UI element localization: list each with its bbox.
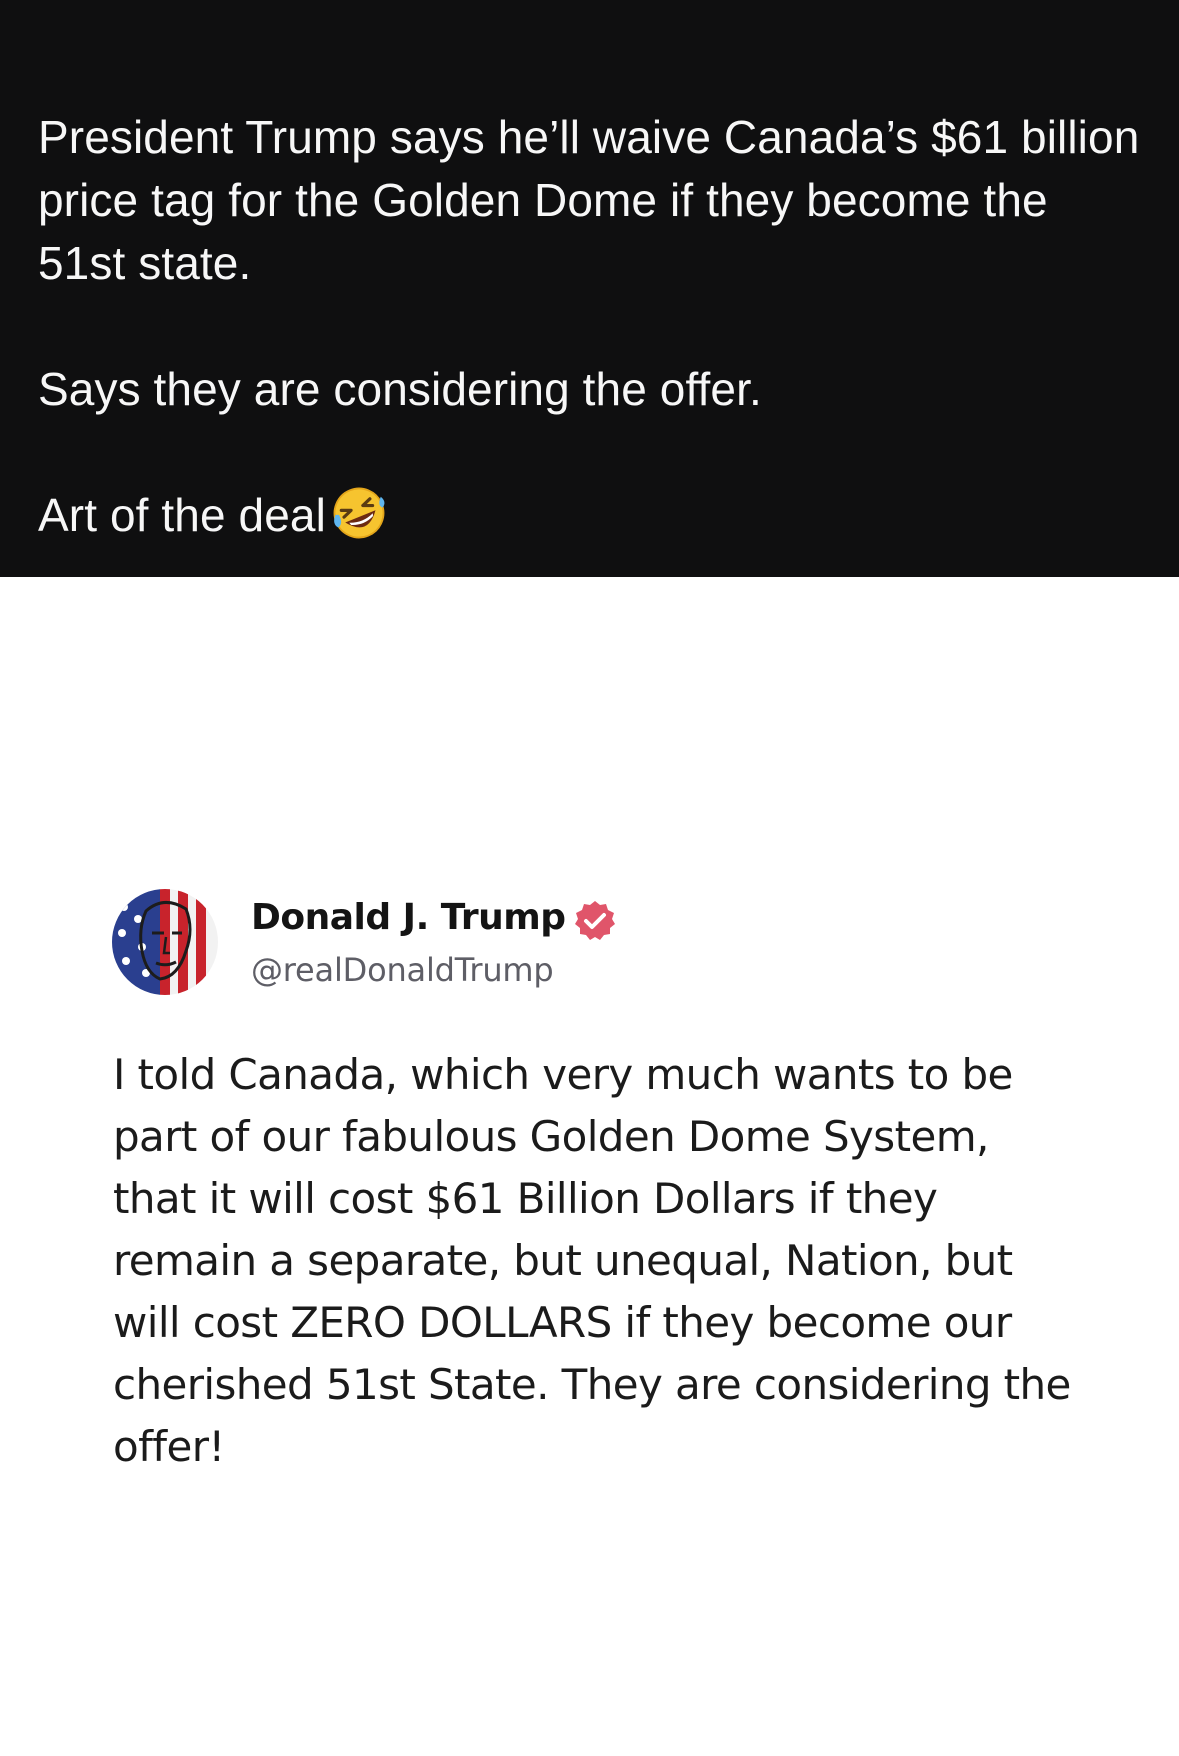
post-body-text: I told Canada, which very much wants to … — [113, 1050, 1071, 1471]
caption-paragraph-2: Says they are considering the offer. — [38, 363, 762, 415]
caption-paragraph-1: President Trump says he’ll waive Canada’… — [38, 111, 1140, 289]
caption-block: President Trump says he’ll waive Canada’… — [0, 0, 1179, 577]
embedded-post-card: Donald J. Trump @realDonaldTrump I told … — [0, 577, 1179, 1756]
author-handle[interactable]: @realDonaldTrump — [251, 951, 554, 989]
caption-paragraph-3: Art of the deal — [38, 484, 1141, 548]
verified-badge-icon — [575, 901, 615, 940]
flag-portrait-avatar-icon — [112, 889, 218, 995]
caption-paragraph-3-text: Art of the deal — [38, 489, 326, 541]
author-name[interactable]: Donald J. Trump — [251, 897, 566, 938]
avatar[interactable] — [112, 889, 218, 995]
rolling-on-floor-laughing-emoji-icon — [333, 487, 385, 539]
